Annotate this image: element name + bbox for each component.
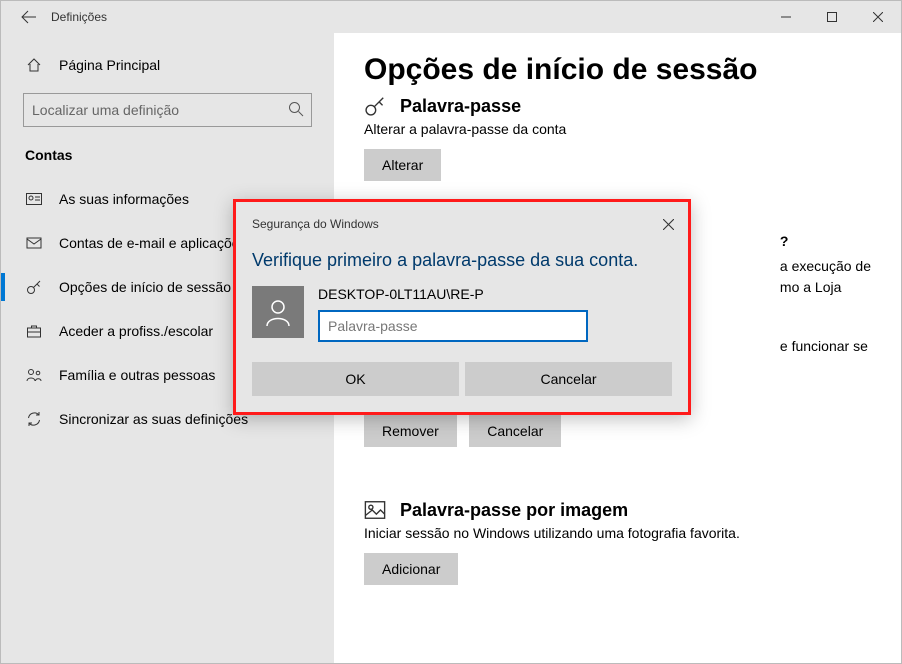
minimize-button[interactable] (763, 1, 809, 33)
user-avatar (252, 286, 304, 338)
dialog-close-button[interactable] (648, 210, 688, 238)
mail-icon (25, 235, 43, 251)
close-icon (663, 219, 674, 230)
people-icon (25, 367, 43, 383)
arrow-left-icon (21, 9, 37, 25)
password-section-label: Palavra-passe (400, 95, 521, 117)
titlebar: Definições (1, 1, 901, 33)
key-icon (364, 95, 390, 117)
sidebar-item-label: As suas informações (59, 191, 189, 207)
picture-icon (364, 499, 390, 521)
briefcase-icon (25, 323, 43, 339)
close-icon (873, 12, 883, 22)
dialog-username: DESKTOP-0LT11AU\RE-P (318, 286, 672, 302)
maximize-button[interactable] (809, 1, 855, 33)
dialog-ok-button[interactable]: OK (252, 362, 459, 396)
picture-password-subtext: Iniciar sessão no Windows utilizando uma… (364, 525, 871, 541)
sync-icon (25, 411, 43, 427)
dialog-heading: Verifique primeiro a palavra-passe da su… (252, 248, 672, 272)
person-icon (262, 296, 294, 328)
maximize-icon (827, 12, 837, 22)
key-icon (25, 279, 43, 295)
picture-password-header: Palavra-passe por imagem (364, 499, 871, 521)
home-icon (25, 57, 43, 73)
minimize-icon (781, 12, 791, 22)
person-card-icon (25, 191, 43, 207)
add-picture-password-button[interactable]: Adicionar (364, 553, 458, 585)
search-box[interactable] (23, 93, 312, 127)
close-button[interactable] (855, 1, 901, 33)
remove-button[interactable]: Remover (364, 415, 457, 447)
cancel-button[interactable]: Cancelar (469, 415, 561, 447)
sidebar-item-label: Família e outras pessoas (59, 367, 215, 383)
home-label: Página Principal (59, 57, 160, 73)
page-title: Opções de início de sessão (364, 53, 871, 87)
sidebar-item-label: Opções de início de sessão (59, 279, 231, 295)
sidebar-item-label: Contas de e-mail e aplicações (59, 235, 247, 251)
security-dialog: Segurança do Windows Verifique primeiro … (233, 199, 691, 415)
password-section-header: Palavra-passe (364, 95, 871, 117)
sidebar-item-label: Aceder a profiss./escolar (59, 323, 213, 339)
partial-text-question: ? (780, 231, 871, 252)
dialog-title: Segurança do Windows (252, 217, 648, 231)
password-input[interactable] (318, 310, 588, 342)
dialog-cancel-button[interactable]: Cancelar (465, 362, 672, 396)
change-password-button[interactable]: Alterar (364, 149, 441, 181)
partial-text: e funcionar se (780, 336, 871, 357)
home-link[interactable]: Página Principal (1, 51, 334, 79)
search-input[interactable] (23, 93, 312, 127)
search-icon (288, 101, 304, 117)
picture-password-label: Palavra-passe por imagem (400, 500, 628, 521)
back-button[interactable] (13, 1, 45, 33)
partial-text: a execução de (780, 256, 871, 277)
category-header: Contas (1, 147, 334, 177)
password-subtext: Alterar a palavra-passe da conta (364, 121, 871, 137)
partial-text: mo a Loja (780, 277, 871, 298)
sidebar-item-label: Sincronizar as suas definições (59, 411, 248, 427)
window-title: Definições (51, 10, 107, 24)
